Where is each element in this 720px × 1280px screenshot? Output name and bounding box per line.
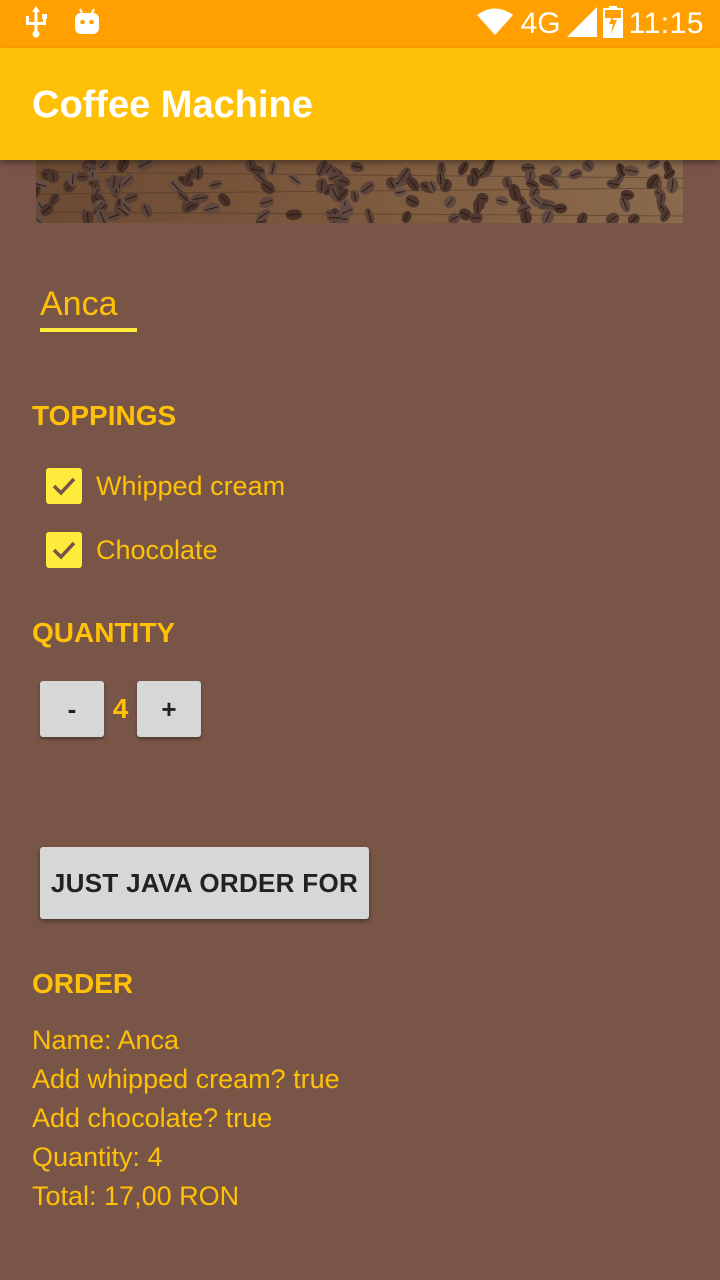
coffee-beans-image [36, 160, 683, 223]
name-field[interactable] [40, 282, 137, 332]
order-name-line: Name: Anca [32, 1025, 180, 1055]
chocolate-checkbox-row[interactable]: Chocolate [46, 530, 218, 570]
decrement-button[interactable]: - [40, 681, 104, 737]
battery-icon [602, 5, 623, 43]
order-quantity-line: Quantity: 4 [32, 1142, 163, 1172]
app-bar: Coffee Machine [0, 48, 720, 160]
order-button[interactable]: JUST JAVA ORDER FOR [40, 847, 369, 919]
order-chocolate-line: Add chocolate? true [32, 1103, 273, 1133]
check-icon [52, 477, 76, 496]
network-type: 4G [520, 7, 561, 40]
whipped-cream-checkbox[interactable] [46, 468, 82, 504]
usb-icon [24, 5, 48, 43]
order-total-line: Total: 17,00 RON [32, 1181, 240, 1211]
status-bar: 4G 11:15 [0, 0, 720, 48]
chocolate-checkbox[interactable] [46, 532, 82, 568]
whipped-cream-checkbox-row[interactable]: Whipped cream [46, 466, 285, 506]
order-summary: Name: Anca Add whipped cream? true Add c… [32, 1021, 340, 1216]
check-icon [52, 541, 76, 560]
chocolate-label: Chocolate [96, 534, 218, 565]
app-title: Coffee Machine [32, 84, 313, 126]
name-input[interactable] [40, 282, 137, 326]
increment-button[interactable]: + [137, 681, 201, 737]
signal-icon [566, 6, 597, 42]
quantity-header: QUANTITY [32, 617, 176, 648]
android-icon [74, 8, 100, 41]
toppings-header: TOPPINGS [32, 400, 177, 431]
clock: 11:15 [628, 7, 704, 40]
wifi-icon [476, 8, 513, 41]
quantity-value: 4 [112, 693, 129, 724]
order-header: ORDER [32, 968, 134, 999]
whipped-cream-label: Whipped cream [96, 470, 286, 501]
order-whipped-cream-line: Add whipped cream? true [32, 1064, 340, 1094]
name-underline [40, 328, 137, 332]
